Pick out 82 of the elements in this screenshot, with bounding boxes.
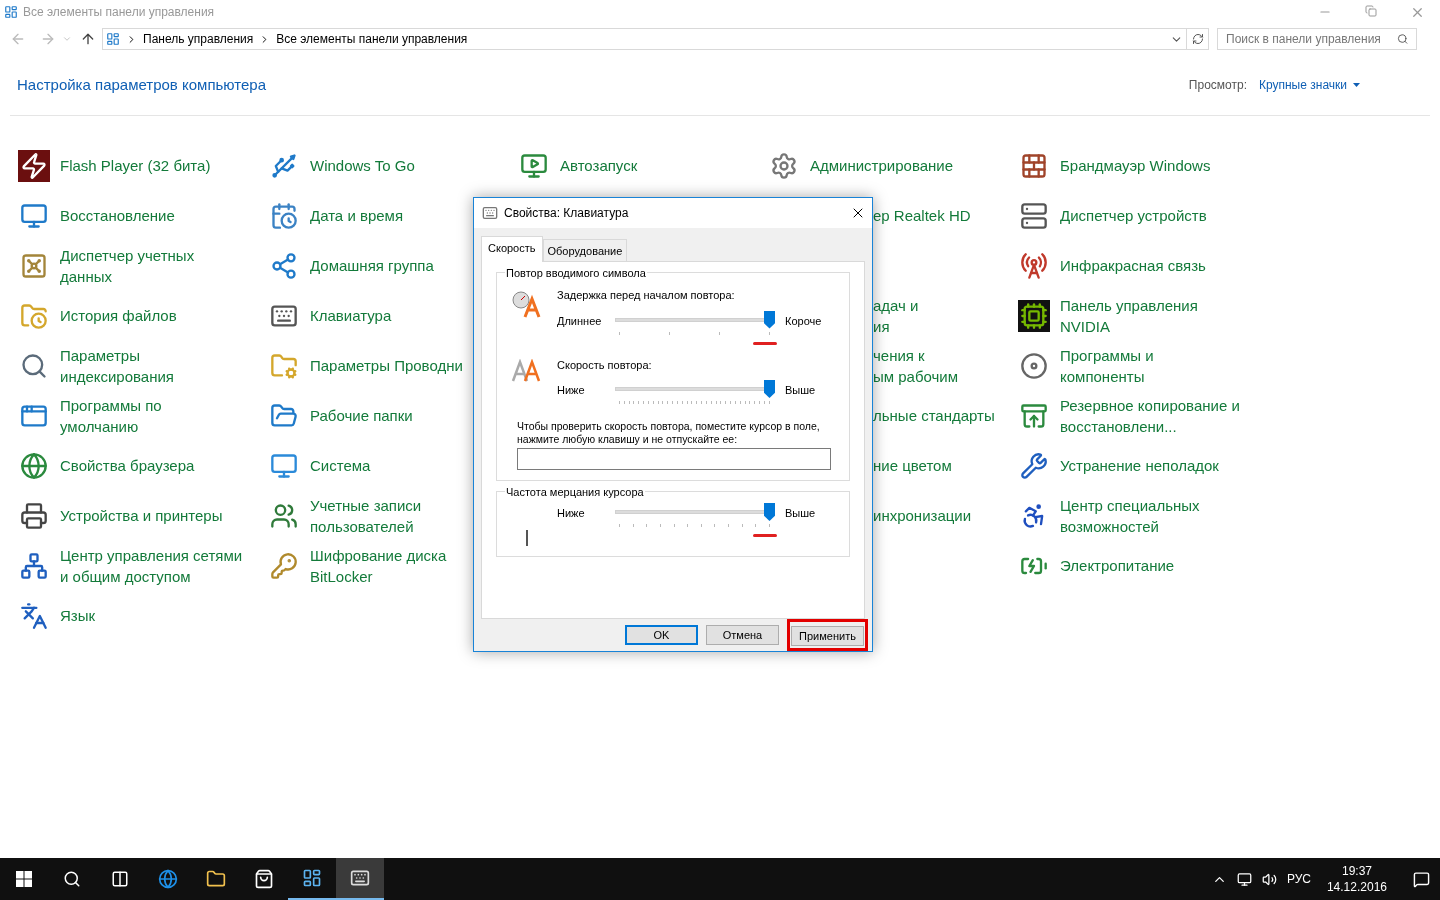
- view-label: Просмотр:: [1188, 77, 1247, 95]
- control-panel-link[interactable]: Инфракрасная связь: [1060, 255, 1206, 276]
- control-panel-link[interactable]: Программы по умолчанию: [60, 394, 162, 437]
- control-panel-link[interactable]: Язык: [60, 605, 96, 626]
- control-panel-link[interactable]: Панель управления NVIDIA: [1060, 294, 1198, 337]
- slider-min-label: Ниже: [557, 506, 586, 521]
- control-panel-link[interactable]: Резервное копирование и восстановлени...: [1060, 394, 1240, 437]
- control-panel-link[interactable]: Параметры Проводни: [310, 355, 463, 376]
- control-panel-icon: [106, 32, 120, 46]
- dialog-button[interactable]: Отмена: [706, 625, 779, 645]
- breadcrumb-item[interactable]: Все элементы панели управления: [276, 30, 468, 48]
- control-panel-link[interactable]: ер Realtek HD: [873, 205, 971, 226]
- slider-min-label: Длиннее: [557, 313, 603, 328]
- control-panel-link[interactable]: Учетные записи пользователей: [310, 494, 422, 537]
- up-icon[interactable]: [80, 31, 96, 47]
- search-icon: [1396, 33, 1408, 45]
- slider-min-label: Ниже: [557, 383, 586, 398]
- control-panel-icon: [4, 5, 18, 19]
- control-panel-link[interactable]: Администрирование: [810, 155, 954, 176]
- dialog-tab[interactable]: Оборудование: [542, 238, 628, 262]
- caret-icon: [1353, 83, 1360, 88]
- volume-icon[interactable]: [1261, 871, 1277, 887]
- slider-thumb[interactable]: [764, 310, 775, 329]
- test-input-field[interactable]: [517, 448, 831, 471]
- control-panel-link[interactable]: Устранение неполадок: [1060, 455, 1219, 476]
- control-panel-link[interactable]: адач и ия: [873, 294, 919, 337]
- chip-icon: [1018, 299, 1050, 332]
- control-panel-link[interactable]: Центр управления сетями и общим доступом: [60, 544, 243, 587]
- control-panel-link[interactable]: История файлов: [60, 305, 177, 326]
- control-panel-link[interactable]: чения к ым рабочим: [873, 344, 959, 387]
- refresh-icon[interactable]: [1187, 28, 1209, 50]
- address-bar[interactable]: Панель управления Все элементы панели управления: [102, 28, 1187, 50]
- control-panel-link[interactable]: инхронизации: [873, 505, 972, 526]
- cursor-bar-icon: [525, 530, 529, 547]
- control-panel-link[interactable]: Программы и компоненты: [1060, 344, 1154, 387]
- dialog-tab[interactable]: Скорость: [481, 235, 543, 263]
- apply-button[interactable]: Применить: [791, 626, 864, 647]
- search-field[interactable]: Поиск в панели управления: [1217, 28, 1417, 50]
- slider-thumb[interactable]: [764, 380, 775, 399]
- control-panel-link[interactable]: Flash Player (32 бита): [60, 155, 211, 176]
- control-panel-link[interactable]: Система: [310, 455, 371, 476]
- keyboard-icon[interactable]: [336, 858, 384, 900]
- control-panel-link[interactable]: Центр специальных возможностей: [1060, 494, 1200, 537]
- slider-max-label: Выше: [785, 506, 816, 521]
- control-panel-link[interactable]: Автозапуск: [560, 155, 638, 176]
- control-panel-link[interactable]: Электропитание: [1060, 555, 1175, 576]
- control-panel-link[interactable]: Диспетчер устройств: [1060, 205, 1207, 226]
- double-letter-icon: [511, 358, 543, 383]
- control-panel-link[interactable]: Диспетчер учетных данных: [60, 244, 195, 287]
- breadcrumb-item[interactable]: Панель управления: [143, 30, 254, 48]
- clock-time: 19:37: [1341, 863, 1372, 879]
- control-panel-link[interactable]: Windows To Go: [310, 155, 415, 176]
- view-dropdown[interactable]: Крупные значки: [1258, 76, 1360, 95]
- notification-icon[interactable]: [1413, 870, 1430, 888]
- dialog-button[interactable]: OK: [625, 625, 698, 645]
- window-title: Все элементы панели управления: [23, 4, 215, 21]
- control-panel-link[interactable]: Домашняя группа: [310, 255, 434, 276]
- slider-label: Задержка перед началом повтора:: [557, 288, 736, 304]
- control-panel-link[interactable]: Свойства браузера: [60, 455, 195, 476]
- slider-label: Скорость повтора:: [557, 357, 653, 373]
- control-panel-link[interactable]: Восстановление: [60, 205, 175, 226]
- dialog-title: Свойства: Клавиатура: [504, 204, 629, 222]
- keyboard-icon: [482, 204, 498, 221]
- language-indicator[interactable]: РУС: [1286, 870, 1311, 888]
- instruction-text: Чтобы проверить скорость повтора, поместите курсор в поле, нажмите любую клавишу и не отпускайте ее:: [517, 420, 821, 447]
- control-panel-link[interactable]: Устройства и принтеры: [60, 505, 223, 526]
- clock-date: 14.12.2016: [1326, 879, 1387, 895]
- slider-max-label: Короче: [785, 313, 822, 328]
- control-panel-link[interactable]: Брандмауэр Windows: [1060, 155, 1211, 176]
- control-panel-link[interactable]: ние цветом: [873, 455, 952, 476]
- page-heading: Настройка параметров компьютера: [17, 75, 266, 95]
- slider-thumb[interactable]: [764, 503, 775, 522]
- control-panel-link[interactable]: Параметры индексирования: [60, 344, 174, 387]
- control-panel-link[interactable]: Клавиатура: [310, 305, 392, 326]
- stopwatch-letter-icon: [511, 289, 543, 320]
- flash-icon: [18, 149, 50, 182]
- control-panel-link[interactable]: Рабочие папки: [310, 405, 413, 426]
- network-icon[interactable]: [1236, 871, 1252, 887]
- control-panel-link[interactable]: Шифрование диска BitLocker: [310, 544, 447, 587]
- control-panel-link[interactable]: Дата и время: [310, 205, 404, 226]
- control-panel-link[interactable]: льные стандарты: [873, 405, 995, 426]
- slider-max-label: Выше: [785, 383, 816, 398]
